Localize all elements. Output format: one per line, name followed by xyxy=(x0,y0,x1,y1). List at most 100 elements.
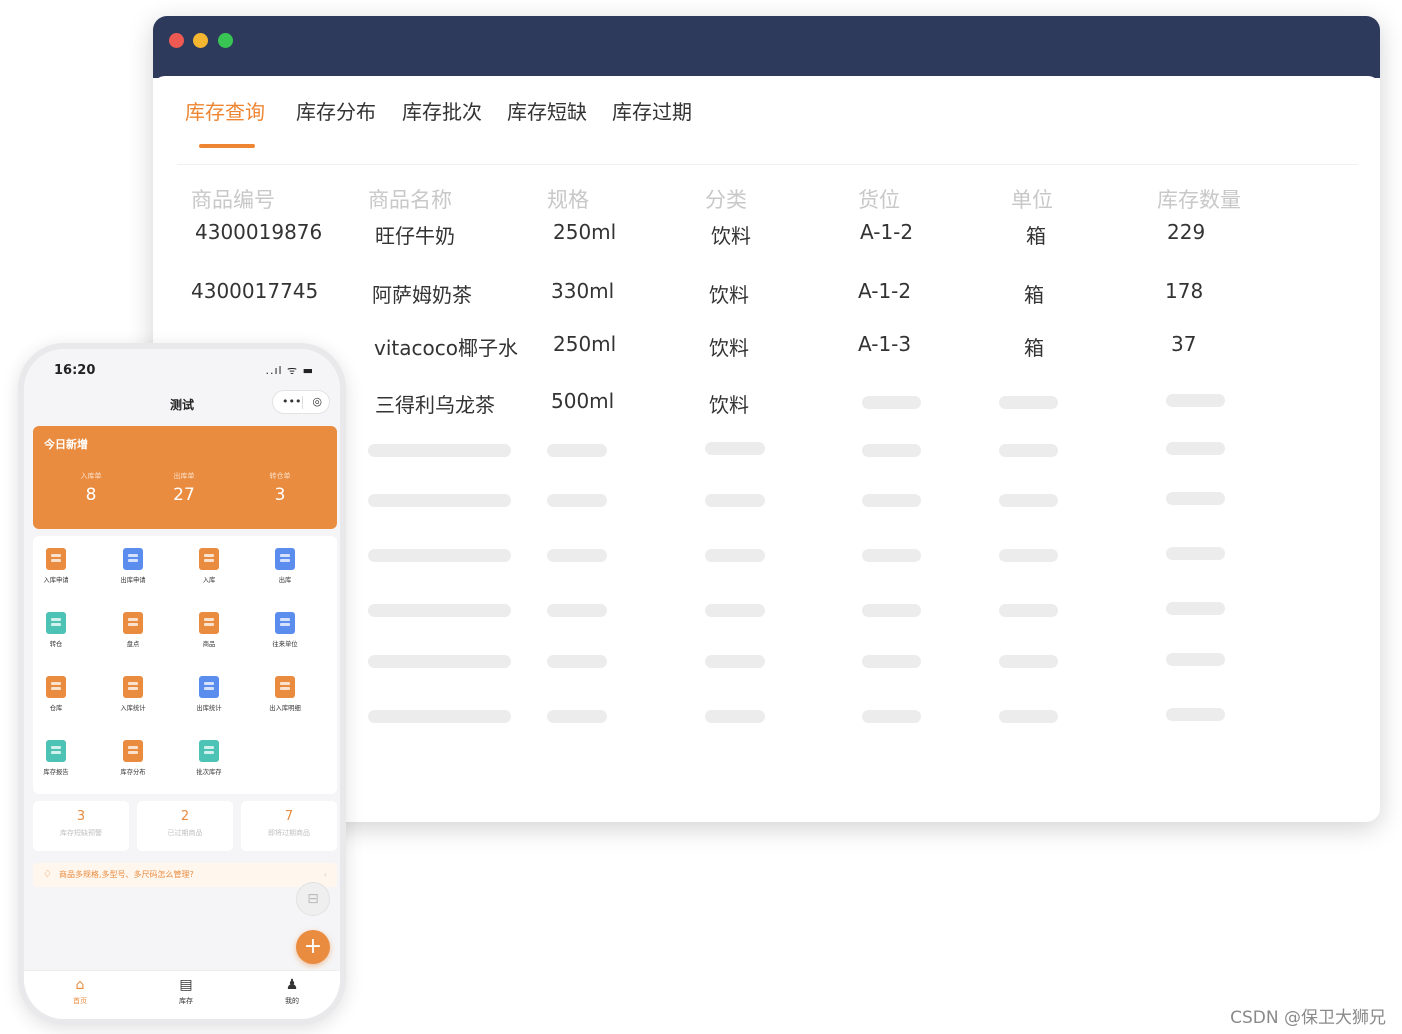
loading-placeholder xyxy=(862,396,921,409)
loading-placeholder xyxy=(368,710,511,723)
grid-item-label: 出库统计 xyxy=(196,704,222,712)
grid-item-label: 商品 xyxy=(202,640,216,648)
cell-unit: 箱 xyxy=(1024,283,1044,307)
grid-item-label: 出库 xyxy=(278,576,292,584)
tab-label: 我的 xyxy=(285,997,299,1005)
loading-placeholder xyxy=(368,549,511,562)
loading-placeholder xyxy=(999,396,1058,409)
tab-home[interactable]: ⌂ 首页 xyxy=(50,977,110,1006)
minimize-window-button[interactable] xyxy=(193,33,208,48)
tab-stock-distribution[interactable]: 库存分布 xyxy=(296,96,376,125)
column-header-category: 分类 xyxy=(705,188,747,212)
maximize-window-button[interactable] xyxy=(218,33,233,48)
window-titlebar xyxy=(153,16,1380,78)
stock-distribution-icon xyxy=(123,740,143,762)
transfer-icon xyxy=(46,612,66,634)
stat-outbound[interactable]: 出库单 27 xyxy=(149,471,219,505)
grid-item-label: 出库申请 xyxy=(120,576,146,584)
column-header-sku: 商品编号 xyxy=(191,188,275,212)
scan-button[interactable]: ⊟ xyxy=(296,882,330,916)
close-window-button[interactable] xyxy=(169,33,184,48)
loading-placeholder xyxy=(862,710,921,723)
loading-placeholder xyxy=(862,549,921,562)
grid-item[interactable]: 入库申请 xyxy=(24,548,91,585)
loading-placeholder xyxy=(1166,653,1225,666)
tab-inventory[interactable]: ▤ 库存 xyxy=(156,977,216,1006)
grid-item[interactable]: 批次库存 xyxy=(174,740,244,777)
grid-item[interactable]: 往来单位 xyxy=(250,612,320,649)
cell-spec: 250ml xyxy=(553,220,617,244)
stat-expired[interactable]: 2 已过期商品 xyxy=(137,801,233,851)
loading-placeholder xyxy=(705,442,765,455)
tab-stock-batch[interactable]: 库存批次 xyxy=(402,96,482,125)
cell-location: A-1-3 xyxy=(858,332,912,356)
cell-category: 饮料 xyxy=(709,283,749,307)
cell-unit: 箱 xyxy=(1024,336,1044,360)
loading-placeholder xyxy=(999,604,1058,617)
grid-item[interactable]: 库存报告 xyxy=(24,740,91,777)
loading-placeholder xyxy=(368,655,511,668)
more-icon[interactable]: ••• xyxy=(282,395,301,408)
stat-expiring[interactable]: 7 即将过期商品 xyxy=(241,801,337,851)
grid-item-label: 入库统计 xyxy=(120,704,146,712)
loading-placeholder xyxy=(1166,394,1225,407)
stat-value: 7 xyxy=(284,809,294,824)
stat-value: 3 xyxy=(76,809,86,824)
function-grid: 入库申请 出库申请 入库 出库 转仓 盘点 商品 往来单位 仓库 入库统计 出库统计 出入库明细 库存报… xyxy=(33,536,337,794)
column-header-quantity: 库存数量 xyxy=(1157,188,1241,212)
grid-item-label: 盘点 xyxy=(126,640,140,648)
grid-item[interactable]: 盘点 xyxy=(98,612,168,649)
grid-item[interactable]: 出库统计 xyxy=(174,676,244,713)
grid-item[interactable]: 转仓 xyxy=(24,612,91,649)
grid-item[interactable]: 出库 xyxy=(250,548,320,585)
tab-stock-query[interactable]: 库存查询 xyxy=(185,96,265,125)
loading-placeholder xyxy=(368,494,511,507)
home-icon: ⌂ xyxy=(75,977,85,993)
cell-quantity: 178 xyxy=(1165,279,1204,303)
stat-shortage[interactable]: 3 库存短缺预警 xyxy=(33,801,129,851)
loading-placeholder xyxy=(705,549,765,562)
loading-placeholder xyxy=(705,710,765,723)
notice-bar[interactable]: ♢ 商品多规格,多型号、多尺码怎么管理? › xyxy=(33,863,337,887)
loading-placeholder xyxy=(1166,547,1225,560)
today-title: 今日新增 xyxy=(44,438,88,451)
grid-item[interactable]: 库存分布 xyxy=(98,740,168,777)
tab-stock-shortage[interactable]: 库存短缺 xyxy=(507,96,587,125)
signal-wifi-battery-icon: ..ıl ᯤ ▬ xyxy=(265,364,314,377)
cell-name: vitacoco椰子水 xyxy=(374,336,518,360)
cell-quantity: 229 xyxy=(1167,220,1206,244)
cell-sku: 4300019876 xyxy=(195,220,323,244)
cell-category: 饮料 xyxy=(711,224,751,248)
column-header-spec: 规格 xyxy=(547,188,589,212)
loading-placeholder xyxy=(705,655,765,668)
tab-mine[interactable]: ♟ 我的 xyxy=(262,977,322,1006)
grid-item[interactable]: 入库统计 xyxy=(98,676,168,713)
stat-transfer[interactable]: 转仓单 3 xyxy=(245,471,315,505)
grid-item[interactable]: 出入库明细 xyxy=(250,676,320,713)
partner-icon xyxy=(275,612,295,634)
today-summary-card: 今日新增 入库单 8 出库单 27 转仓单 3 xyxy=(33,426,337,529)
close-icon[interactable]: ◎ xyxy=(312,395,322,408)
tab-stock-expired[interactable]: 库存过期 xyxy=(612,96,692,125)
cell-location: A-1-2 xyxy=(858,279,912,303)
outbound-apply-icon xyxy=(123,548,143,570)
grid-item[interactable]: 出库申请 xyxy=(98,548,168,585)
cell-location: A-1-2 xyxy=(860,220,914,244)
loading-placeholder xyxy=(999,494,1058,507)
inbound-icon xyxy=(199,548,219,570)
add-button[interactable]: + xyxy=(296,930,330,964)
product-icon xyxy=(199,612,219,634)
miniprogram-capsule: ••• ◎ xyxy=(272,390,330,414)
phone-mockup: 16:20 ..ıl ᯤ ▬ 测试 ••• ◎ 今日新增 入库单 8 出库单 2… xyxy=(18,343,346,1025)
bell-icon: ♢ xyxy=(43,869,52,880)
watermark: CSDN @保卫大狮兄 xyxy=(1230,1008,1386,1028)
detail-icon xyxy=(275,676,295,698)
grid-item[interactable]: 仓库 xyxy=(24,676,91,713)
inventory-icon: ▤ xyxy=(179,977,193,993)
grid-item[interactable]: 入库 xyxy=(174,548,244,585)
cell-spec: 500ml xyxy=(551,389,615,413)
outbound-icon xyxy=(275,548,295,570)
stat-inbound[interactable]: 入库单 8 xyxy=(56,471,126,505)
inbound-stats-icon xyxy=(123,676,143,698)
grid-item[interactable]: 商品 xyxy=(174,612,244,649)
